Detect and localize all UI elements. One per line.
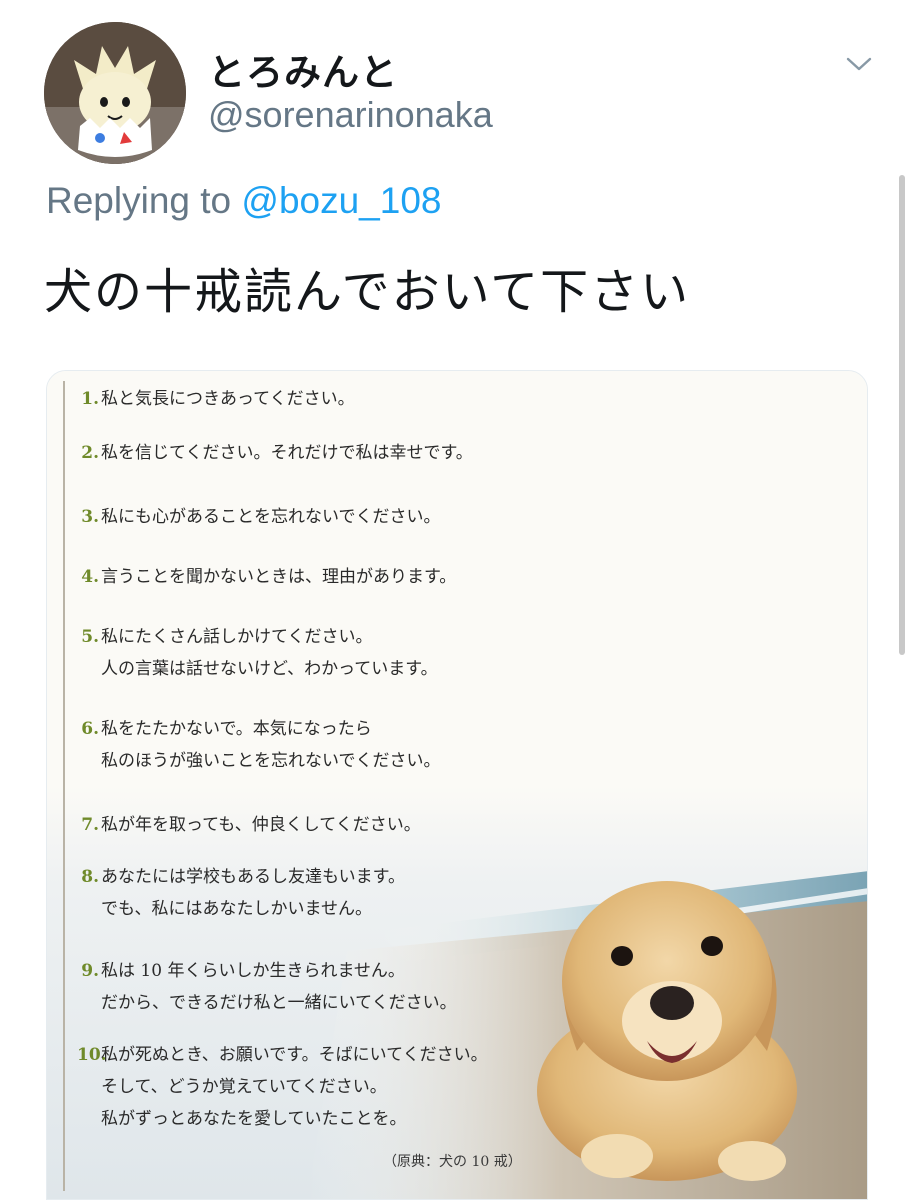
commandment-text-line2: でも、私にはあなたしかいません。: [101, 899, 372, 919]
tweet: とろみんと @sorenarinonaka Replying to @bozu_…: [0, 0, 911, 1200]
commandment-number: 2.: [81, 443, 99, 463]
tweet-media-image[interactable]: 1. 私と気長につきあってください。 2. 私を信じてください。それだけで私は幸せで…: [46, 370, 868, 1200]
commandment-7: 7. 私が年を取っても、仲良くしてください。: [77, 809, 421, 841]
commandment-6: 6. 私をたたかないで。本気になったら 私のほうが強いことを忘れないでください。: [77, 713, 441, 777]
commandment-5: 5. 私にたくさん話しかけてください。 人の言葉は話せないけど、わかっています。: [77, 621, 438, 685]
commandment-text: 言うことを聞かないときは、理由があります。: [101, 567, 457, 587]
source-caption: （原典：犬の 10 戒）: [383, 1154, 522, 1170]
commandment-number: 9.: [81, 961, 99, 981]
commandment-text: 私と気長につきあってください。: [101, 389, 355, 409]
commandment-text-line3: 私がずっとあなたを愛していたことを。: [101, 1109, 407, 1129]
commandment-8: 8. あなたには学校もあるし友達もいます。 でも、私にはあなたしかいません。: [77, 861, 405, 925]
display-name[interactable]: とろみんと: [208, 42, 398, 96]
commandment-number: 4.: [81, 567, 99, 587]
commandment-2: 2. 私を信じてください。それだけで私は幸せです。: [77, 437, 473, 469]
user-handle[interactable]: @sorenarinonaka: [208, 94, 493, 136]
left-rule: [63, 381, 65, 1191]
commandment-number: 3.: [81, 507, 99, 527]
commandment-text: 私を信じてください。それだけで私は幸せです。: [101, 443, 473, 463]
commandment-number: 8.: [81, 867, 99, 887]
commandment-text-line2: そして、どうか覚えていてください。: [101, 1077, 387, 1097]
avatar[interactable]: [44, 22, 186, 164]
commandment-text-line2: 私のほうが強いことを忘れないでください。: [101, 751, 441, 771]
avatar-image: [44, 22, 186, 164]
commandment-text: 私が死ぬとき、お願いです。そばにいてください。: [101, 1045, 488, 1065]
commandment-text: 私が年を取っても、仲良くしてください。: [101, 815, 421, 835]
commandment-number: 10.: [77, 1045, 107, 1065]
commandment-number: 7.: [81, 815, 99, 835]
commandment-text: あなたには学校もあるし友達もいます。: [101, 867, 405, 887]
commandment-9: 9. 私は 10 年くらいしか生きられません。 だから、できるだけ私と一緒にいてく…: [77, 955, 457, 1019]
replying-prefix: Replying to: [46, 180, 232, 221]
scrollbar[interactable]: [899, 175, 905, 655]
commandment-number: 6.: [81, 719, 99, 739]
commandment-1: 1. 私と気長につきあってください。: [77, 383, 355, 415]
commandment-4: 4. 言うことを聞かないときは、理由があります。: [77, 561, 456, 593]
commandment-3: 3. 私にも心があることを忘れないでください。: [77, 501, 441, 533]
commandment-text: 私にたくさん話しかけてください。: [101, 627, 373, 647]
commandment-text: 私は 10 年くらいしか生きられません。: [101, 961, 405, 981]
commandment-text: 私にも心があることを忘れないでください。: [101, 507, 441, 527]
replying-to: Replying to @bozu_108: [46, 180, 442, 222]
reply-mention-link[interactable]: @bozu_108: [241, 180, 441, 221]
chevron-down-icon[interactable]: [842, 52, 876, 76]
tweet-text: 犬の十戒読んでおいて下さい: [44, 264, 691, 320]
commandment-text: 私をたたかないで。本気になったら: [101, 719, 372, 739]
commandment-text-line2: だから、できるだけ私と一緒にいてください。: [101, 993, 457, 1013]
commandment-10: 10.私が死ぬとき、お願いです。そばにいてください。 そして、どうか覚えていてく…: [77, 1039, 488, 1135]
commandment-number: 5.: [81, 627, 99, 647]
commandment-text-line2: 人の言葉は話せないけど、わかっています。: [101, 659, 438, 679]
commandment-number: 1.: [81, 389, 99, 409]
